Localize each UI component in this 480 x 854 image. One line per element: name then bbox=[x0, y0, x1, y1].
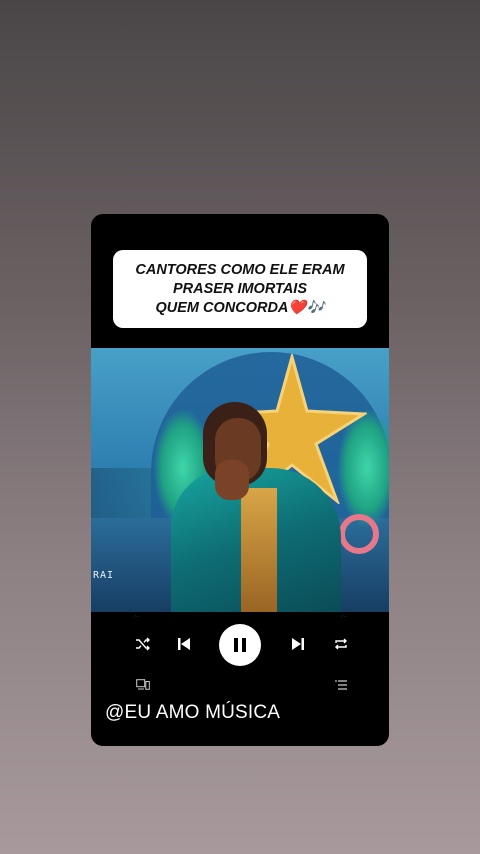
pause-button[interactable] bbox=[219, 624, 261, 666]
progress-time-marker: ·:·· bbox=[340, 614, 347, 620]
previous-icon[interactable] bbox=[173, 622, 195, 666]
video-frame[interactable]: RAI bbox=[91, 348, 389, 612]
progress-time-marker: ·:·· bbox=[133, 614, 140, 620]
player-controls bbox=[91, 622, 389, 666]
shuffle-icon[interactable] bbox=[131, 622, 155, 666]
caption-line-3: QUEM CONCORDA❤️🎶 bbox=[155, 299, 325, 316]
secondary-controls bbox=[91, 674, 389, 694]
next-icon[interactable] bbox=[287, 622, 309, 666]
broadcast-watermark: RAI bbox=[93, 570, 115, 581]
caption-line-1: CANTORES COMO ELE ERAM bbox=[135, 261, 345, 278]
stage-ring bbox=[339, 514, 379, 554]
video-card: CANTORES COMO ELE ERAM PRASER IMORTAIS Q… bbox=[91, 214, 389, 746]
caption-line-2: PRASER IMORTAIS bbox=[172, 280, 307, 297]
singer-hand bbox=[215, 460, 249, 500]
channel-handle: @EU AMO MÚSICA bbox=[105, 702, 281, 723]
caption-box: CANTORES COMO ELE ERAM PRASER IMORTAIS Q… bbox=[113, 250, 367, 328]
repeat-icon[interactable] bbox=[329, 622, 353, 666]
pause-icon bbox=[234, 638, 246, 652]
singer-shirt bbox=[241, 488, 277, 612]
progress-bar[interactable]: ·:·· ·:·· bbox=[109, 614, 371, 620]
queue-icon[interactable] bbox=[329, 674, 353, 694]
device-icon[interactable] bbox=[131, 674, 155, 694]
